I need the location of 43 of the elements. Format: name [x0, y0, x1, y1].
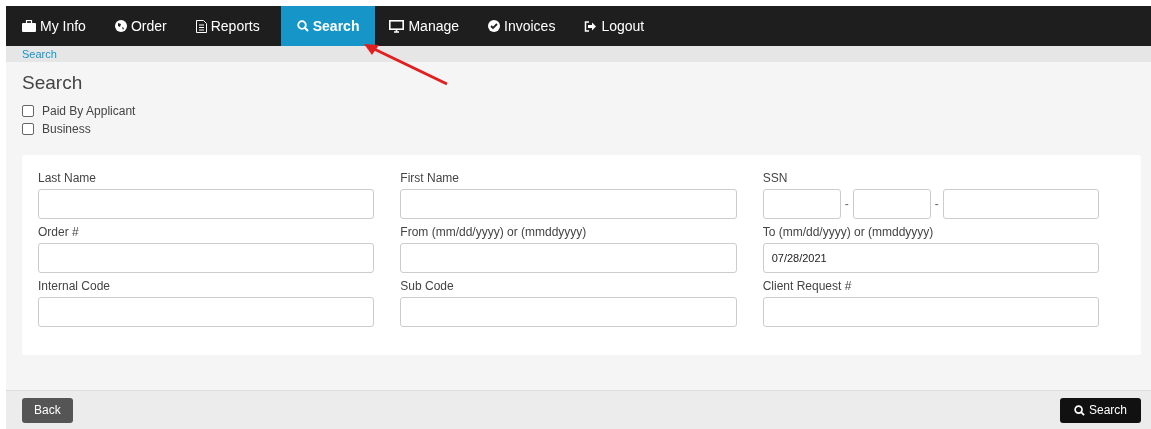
input-field[interactable] — [38, 297, 375, 327]
field-label: Order # — [38, 225, 80, 241]
checkbox[interactable] — [22, 123, 34, 135]
briefcase-icon — [22, 20, 36, 32]
input-field[interactable] — [400, 189, 737, 219]
document-icon — [195, 19, 207, 33]
input-field[interactable] — [762, 297, 1099, 327]
check-circle-icon — [488, 20, 501, 32]
input-field[interactable] — [38, 243, 375, 273]
checkbox-label: Paid By Applicant — [42, 104, 136, 118]
field-label: From (mm/dd/yyyy) or (mmddyyyy) — [400, 225, 588, 241]
field-label: Sub Code — [400, 279, 455, 295]
checkbox-label: Business — [42, 122, 91, 136]
logout-icon — [584, 20, 598, 32]
search-icon — [1073, 404, 1085, 416]
input-field[interactable] — [942, 189, 1099, 219]
page-title: Search — [22, 72, 83, 94]
field-label: Last Name — [38, 171, 98, 187]
field-label: First Name — [400, 171, 460, 187]
nav-tab[interactable]: Reports — [187, 6, 275, 46]
input-field[interactable] — [38, 189, 375, 219]
nav-tab[interactable]: Logout — [576, 6, 660, 46]
search-icon — [296, 20, 309, 32]
globe-icon — [114, 20, 127, 32]
field-label: Client Request # — [762, 279, 853, 295]
checkbox[interactable] — [22, 105, 34, 117]
field-label: Internal Code — [38, 279, 112, 295]
separator: - — [934, 197, 939, 211]
field-label: SSN — [762, 171, 789, 187]
search-button[interactable]: Search — [1059, 397, 1141, 423]
input-field[interactable]: 07/28/2021 — [762, 243, 1099, 273]
input-field[interactable] — [400, 297, 737, 327]
back-button[interactable]: Back — [22, 397, 73, 423]
separator: - — [844, 197, 849, 211]
input-field[interactable] — [762, 189, 841, 219]
input-field[interactable] — [400, 243, 737, 273]
nav-tab[interactable]: Invoices — [480, 6, 571, 46]
monitor-icon — [389, 19, 405, 33]
nav-tab[interactable]: Manage — [381, 6, 475, 46]
nav-tab[interactable]: Order — [106, 6, 182, 46]
nav-tab[interactable]: My Info — [14, 6, 101, 46]
input-field[interactable] — [852, 189, 931, 219]
field-label: To (mm/dd/yyyy) or (mmddyyyy) — [762, 225, 935, 241]
